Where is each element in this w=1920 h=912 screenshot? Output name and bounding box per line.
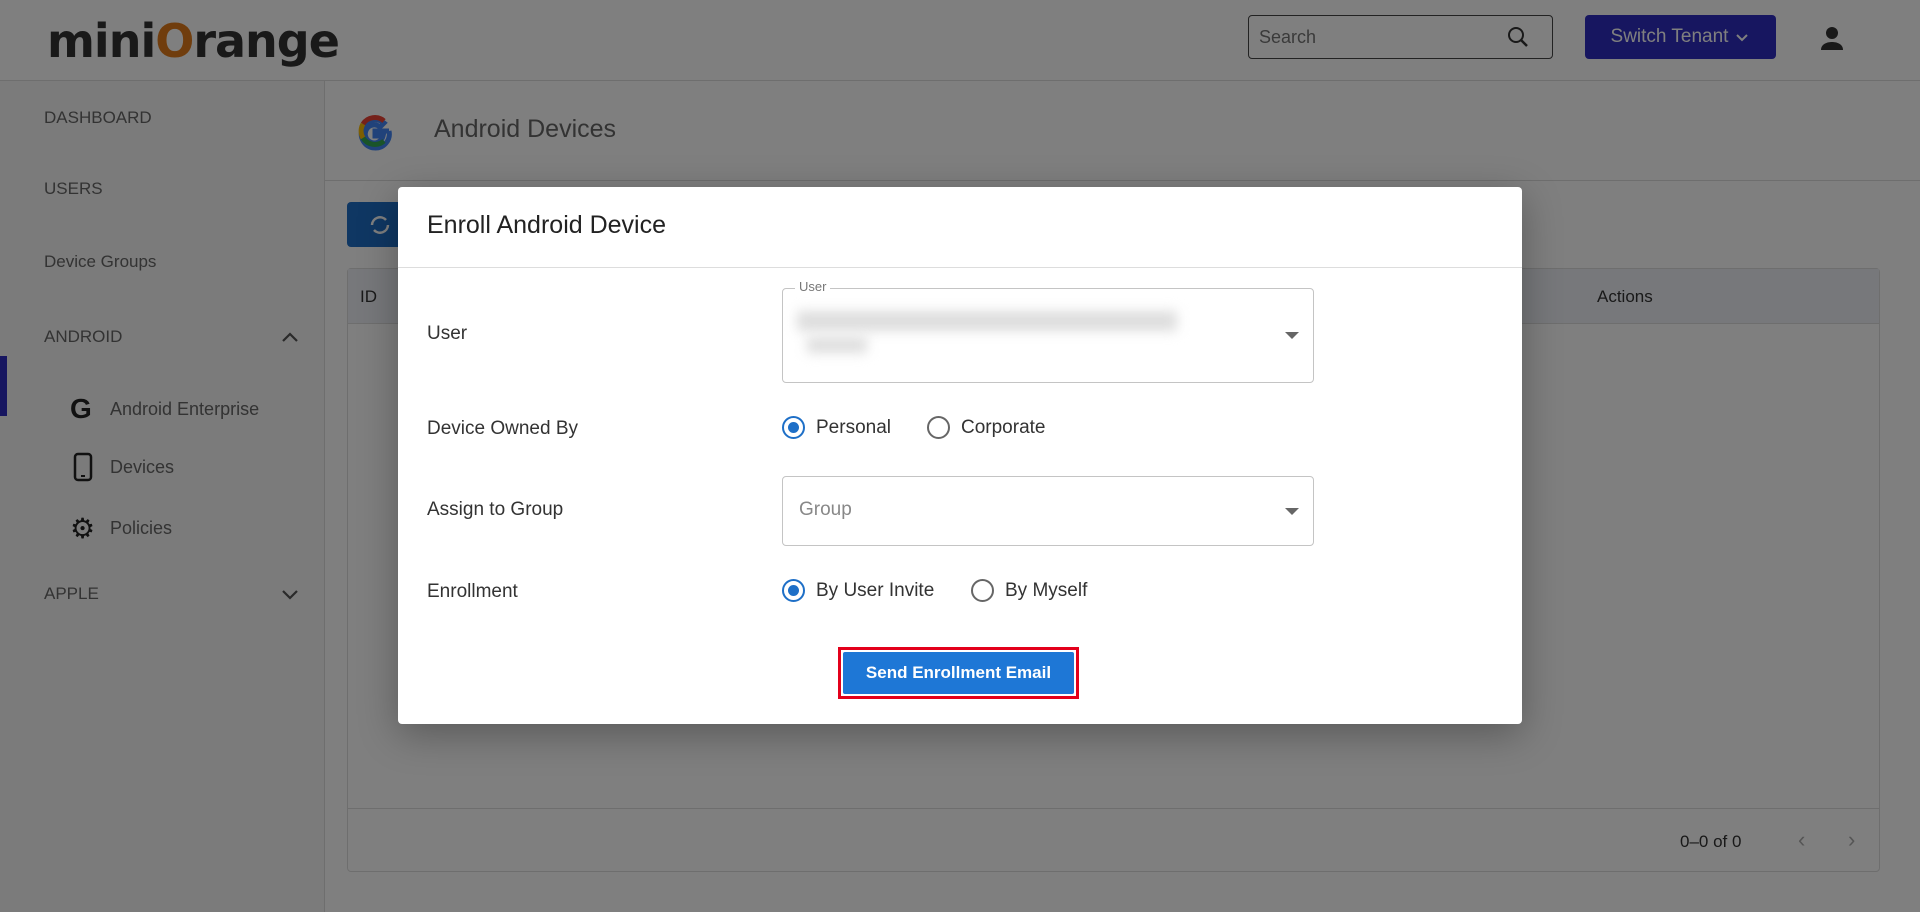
divider — [398, 267, 1522, 268]
radio-label: Personal — [816, 416, 891, 438]
radio-unchecked-icon — [927, 416, 950, 439]
radio-label: By Myself — [1005, 579, 1088, 601]
dropdown-arrow-icon — [1285, 508, 1299, 515]
user-label: User — [427, 323, 468, 344]
radio-checked-icon — [782, 416, 805, 439]
owned-by-label: Device Owned By — [427, 418, 579, 439]
assign-group-label: Assign to Group — [427, 499, 564, 520]
enrollment-label: Enrollment — [427, 581, 518, 602]
radio-checked-icon — [782, 579, 805, 602]
user-value-redacted — [797, 311, 1177, 331]
radio-label: By User Invite — [816, 579, 935, 601]
dialog-title: Enroll Android Device — [427, 211, 667, 239]
user-field-label: User — [795, 279, 831, 294]
group-placeholder: Group — [799, 499, 852, 520]
radio-by-myself[interactable]: By Myself — [971, 579, 1087, 602]
user-value-redacted — [807, 337, 867, 353]
enroll-device-dialog: Enroll Android Device User User Device O… — [398, 187, 1522, 724]
send-button-label: Send Enrollment Email — [843, 652, 1074, 694]
group-select[interactable]: Group — [782, 476, 1314, 546]
radio-unchecked-icon — [971, 579, 994, 602]
radio-by-user-invite[interactable]: By User Invite — [782, 579, 934, 602]
user-select[interactable]: User — [782, 279, 1314, 383]
dropdown-arrow-icon — [1285, 332, 1299, 339]
radio-corporate[interactable]: Corporate — [927, 416, 1046, 439]
send-enrollment-email-button[interactable]: Send Enrollment Email — [838, 647, 1079, 699]
radio-label: Corporate — [961, 416, 1046, 438]
radio-personal[interactable]: Personal — [782, 416, 891, 439]
